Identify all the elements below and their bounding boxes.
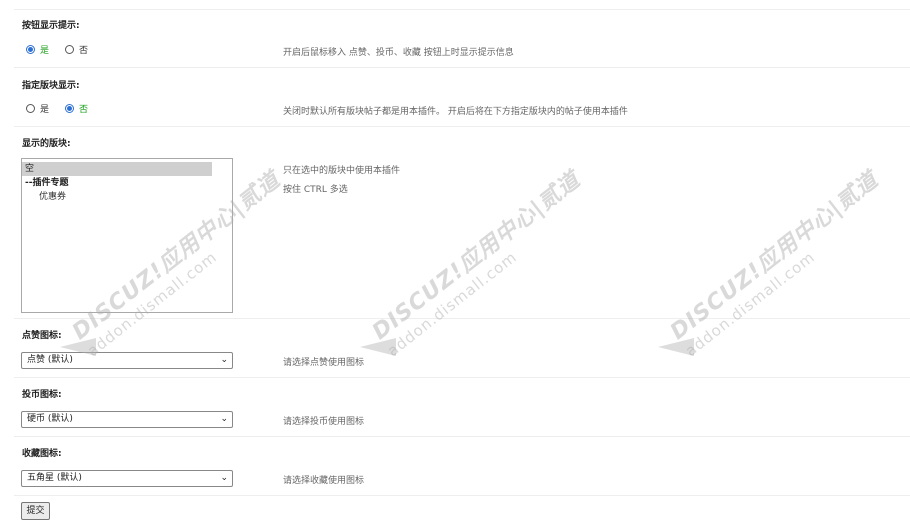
specify-forum-radio-group: 是 否 xyxy=(26,102,104,115)
specify-forum-description: 关闭时默认所有版块帖子都是用本插件。 开启后将在下方指定版块内的帖子使用本插件 xyxy=(283,107,628,117)
specify-forum-yes-radio[interactable] xyxy=(26,104,35,113)
fav-icon-select[interactable]: 五角星 (默认) ⌄ xyxy=(21,470,233,487)
specify-forum-label: 指定版块显示: xyxy=(22,81,80,91)
like-icon-select[interactable]: 点赞 (默认) ⌄ xyxy=(21,352,233,369)
plugin-settings-page: 按钮显示提示: 是 否 开启后鼠标移入 点赞、投币、收藏 按钮上时显示提示信息 … xyxy=(0,0,910,531)
watermark: DISCUZ!应用中心|贰道 addon.dismall.com xyxy=(662,163,895,360)
specify-forum-no-radio[interactable] xyxy=(65,104,75,113)
coin-icon-description: 请选择投币使用图标 xyxy=(283,417,365,427)
fav-icon-select-value: 五角星 (默认) xyxy=(27,473,82,483)
chevron-down-icon: ⌄ xyxy=(220,355,228,365)
like-icon-label: 点赞图标: xyxy=(22,331,62,341)
divider xyxy=(14,377,910,378)
submit-button[interactable]: 提交 xyxy=(21,502,50,520)
specify-forum-yes-label[interactable]: 是 xyxy=(40,102,49,115)
forum-option-empty[interactable]: 空 xyxy=(22,162,212,176)
like-icon-description: 请选择点赞使用图标 xyxy=(283,358,365,368)
divider xyxy=(14,9,910,10)
watermark-arrow-icon xyxy=(658,338,694,356)
divider xyxy=(14,126,910,127)
forum-option-coupon[interactable]: 优惠券 xyxy=(22,190,212,204)
display-forums-label: 显示的版块: xyxy=(22,139,71,149)
chevron-down-icon: ⌄ xyxy=(220,473,228,483)
button-hint-description: 开启后鼠标移入 点赞、投币、收藏 按钮上时显示提示信息 xyxy=(283,48,514,58)
watermark-domain: addon.dismall.com xyxy=(681,247,819,360)
divider xyxy=(14,67,910,68)
divider xyxy=(14,436,910,437)
display-forums-description: 只在选中的版块中使用本插件 xyxy=(283,166,401,176)
watermark: DISCUZ!应用中心|贰道 addon.dismall.com xyxy=(364,163,597,360)
coin-icon-select[interactable]: 硬币 (默认) ⌄ xyxy=(21,411,233,428)
display-forums-ctrl-tip: 按住 CTRL 多选 xyxy=(283,185,348,195)
divider xyxy=(14,318,910,319)
fav-icon-label: 收藏图标: xyxy=(22,449,62,459)
chevron-down-icon: ⌄ xyxy=(220,414,228,424)
fav-icon-description: 请选择收藏使用图标 xyxy=(283,476,365,486)
forum-multiselect-list[interactable]: 空 --插件专题 优惠券 xyxy=(21,158,233,313)
button-hint-no-radio[interactable] xyxy=(65,45,75,54)
watermark-domain: addon.dismall.com xyxy=(383,247,521,360)
button-hint-radio-group: 是 否 xyxy=(26,43,104,56)
forum-option-group-plugins: --插件专题 xyxy=(25,178,69,188)
button-hint-label: 按钮显示提示: xyxy=(22,21,80,31)
button-hint-no-label[interactable]: 否 xyxy=(79,43,88,56)
coin-icon-select-value: 硬币 (默认) xyxy=(27,414,73,424)
watermark-arrow-icon xyxy=(60,338,96,356)
like-icon-select-value: 点赞 (默认) xyxy=(27,355,73,365)
coin-icon-label: 投币图标: xyxy=(22,390,62,400)
specify-forum-no-label[interactable]: 否 xyxy=(79,102,88,115)
button-hint-yes-radio[interactable] xyxy=(26,45,35,54)
watermark-arrow-icon xyxy=(360,338,396,356)
divider xyxy=(14,495,910,496)
button-hint-yes-label[interactable]: 是 xyxy=(40,43,49,56)
